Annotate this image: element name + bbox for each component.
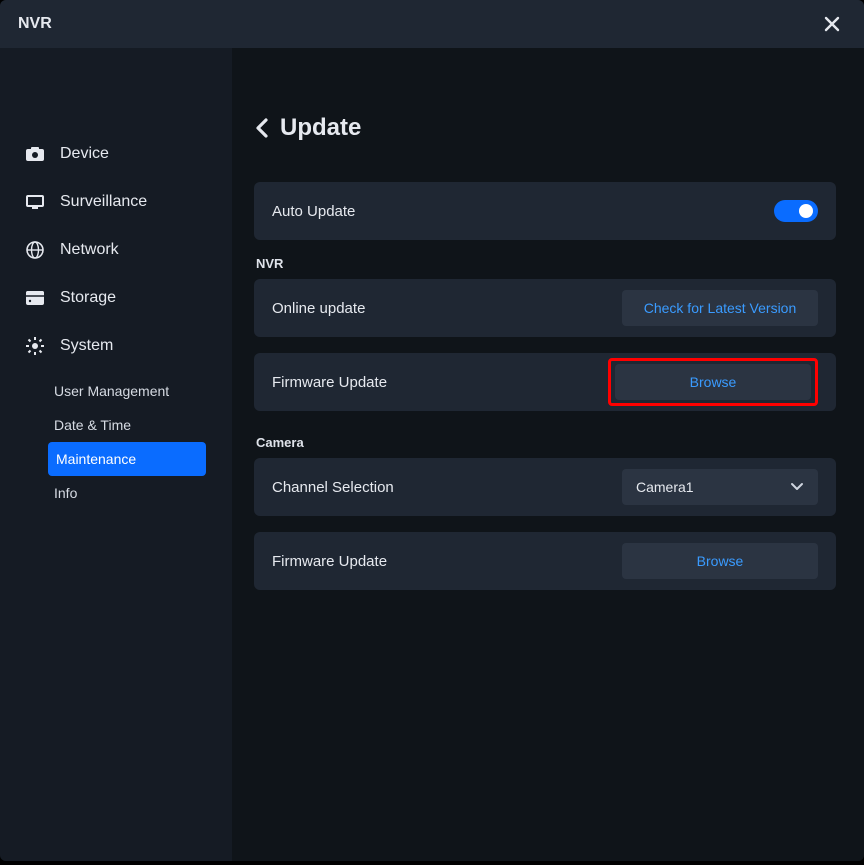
- sidebar-item-system[interactable]: System: [0, 322, 232, 370]
- page-header: Update: [254, 114, 836, 142]
- back-button[interactable]: [254, 118, 270, 138]
- close-button[interactable]: [818, 10, 846, 38]
- online-update-row: Online update Check for Latest Version: [254, 279, 836, 337]
- nvr-firmware-update-row: Firmware Update Browse: [254, 353, 836, 411]
- sidebar-item-label: Device: [60, 145, 109, 163]
- firmware-update-label: Firmware Update: [272, 553, 387, 570]
- sidebar-sub-user-management[interactable]: User Management: [0, 374, 224, 408]
- sidebar-sub-info[interactable]: Info: [0, 476, 224, 510]
- sidebar-item-label: Storage: [60, 289, 116, 307]
- sidebar-item-label: Surveillance: [60, 193, 147, 211]
- button-label: Check for Latest Version: [644, 300, 797, 316]
- window-title: NVR: [18, 15, 52, 33]
- toggle-knob: [799, 204, 813, 218]
- auto-update-toggle[interactable]: [774, 200, 818, 222]
- auto-update-label: Auto Update: [272, 203, 355, 220]
- camera-icon: [26, 145, 44, 163]
- auto-update-row: Auto Update: [254, 182, 836, 240]
- channel-selection-label: Channel Selection: [272, 479, 394, 496]
- chevron-left-icon: [254, 118, 270, 138]
- section-camera-title: Camera: [256, 435, 836, 450]
- monitor-icon: [26, 193, 44, 211]
- channel-selection-row: Channel Selection Camera1: [254, 458, 836, 516]
- highlight-annotation: Browse: [608, 358, 818, 406]
- main-panel: Update Auto Update NVR Online update Che…: [232, 48, 864, 861]
- drive-icon: [26, 289, 44, 307]
- page-title: Update: [280, 114, 361, 142]
- settings-window: NVR Device Surveillance: [0, 0, 864, 861]
- button-label: Browse: [690, 374, 737, 390]
- window-body: Device Surveillance Network Storage: [0, 48, 864, 861]
- sidebar-item-surveillance[interactable]: Surveillance: [0, 178, 232, 226]
- camera-browse-button[interactable]: Browse: [622, 543, 818, 579]
- close-icon: [823, 15, 841, 33]
- check-version-button[interactable]: Check for Latest Version: [622, 290, 818, 326]
- online-update-label: Online update: [272, 300, 365, 317]
- sidebar-sub-label: Maintenance: [56, 451, 136, 467]
- firmware-update-label: Firmware Update: [272, 374, 387, 391]
- titlebar: NVR: [0, 0, 864, 48]
- sidebar-sub-label: User Management: [54, 383, 169, 399]
- sidebar-item-network[interactable]: Network: [0, 226, 232, 274]
- sidebar: Device Surveillance Network Storage: [0, 48, 232, 861]
- nvr-browse-button[interactable]: Browse: [615, 364, 811, 400]
- sidebar-item-device[interactable]: Device: [0, 130, 232, 178]
- system-submenu: User Management Date & Time Maintenance …: [0, 374, 232, 510]
- sidebar-sub-date-time[interactable]: Date & Time: [0, 408, 224, 442]
- sidebar-sub-maintenance[interactable]: Maintenance: [48, 442, 206, 476]
- gear-icon: [26, 337, 44, 355]
- channel-select[interactable]: Camera1: [622, 469, 818, 505]
- sidebar-item-label: System: [60, 337, 113, 355]
- camera-firmware-update-row: Firmware Update Browse: [254, 532, 836, 590]
- sidebar-item-label: Network: [60, 241, 119, 259]
- chevron-down-icon: [790, 482, 804, 492]
- globe-icon: [26, 241, 44, 259]
- button-label: Browse: [697, 553, 744, 569]
- select-value: Camera1: [636, 479, 694, 495]
- section-nvr-title: NVR: [256, 256, 836, 271]
- sidebar-sub-label: Date & Time: [54, 417, 131, 433]
- sidebar-item-storage[interactable]: Storage: [0, 274, 232, 322]
- sidebar-sub-label: Info: [54, 485, 77, 501]
